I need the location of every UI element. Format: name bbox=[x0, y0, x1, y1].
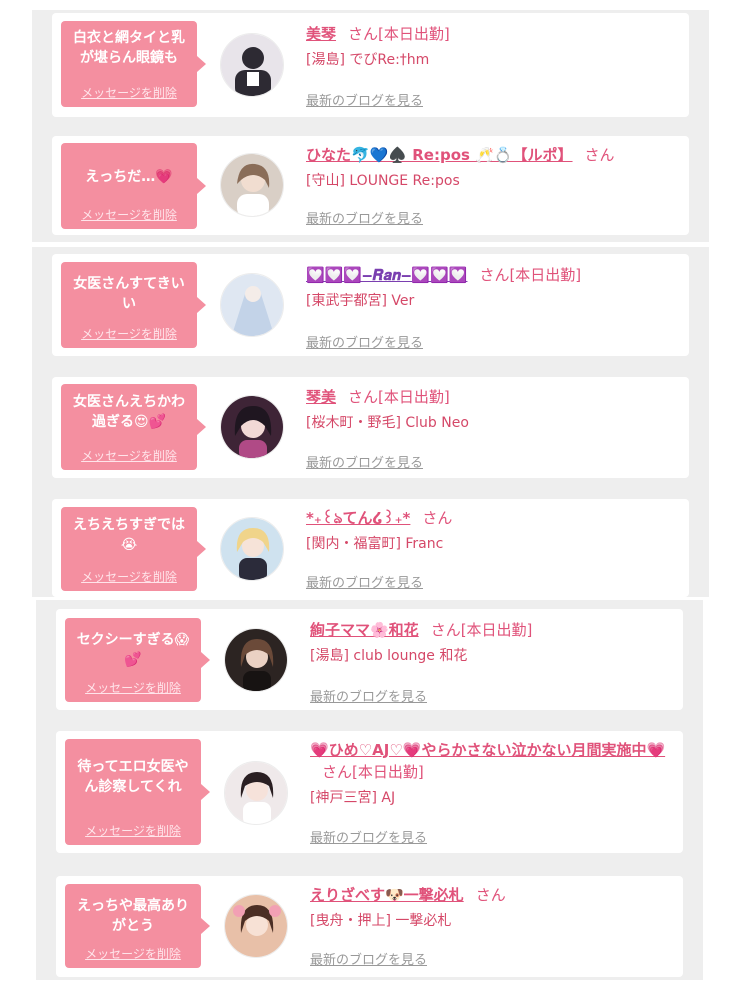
message-text: 女医さんえちかわ過ぎる😍💕 bbox=[73, 394, 185, 430]
favorites-panel-2: 女医さんすてきいい メッセージを削除 💟💟💟‒𝑹𝒂𝒏‒💟💟💟 さん[本日出勤] [… bbox=[32, 247, 709, 597]
message-bubble: セクシーすぎる😱💕 メッセージを削除 bbox=[65, 618, 210, 702]
delete-message-link[interactable]: メッセージを削除 bbox=[61, 447, 197, 464]
shop-label: [神戸三宮] AJ bbox=[310, 790, 396, 806]
message-text: えっちだ…💗 bbox=[85, 169, 173, 185]
list-item: えっちや最高ありがとう メッセージを削除 えりざべす🐶一撃必札 さん [曳舟・押上… bbox=[56, 876, 683, 977]
delete-message-link[interactable]: メッセージを削除 bbox=[61, 84, 197, 101]
message-bubble: えちえちすぎでは😭 メッセージを削除 bbox=[61, 507, 206, 591]
message-text: セクシーすぎる😱💕 bbox=[76, 632, 190, 668]
avatar[interactable] bbox=[220, 395, 284, 459]
latest-blog-link[interactable]: 最新のブログを見る bbox=[310, 827, 427, 846]
cast-info: えりざべす🐶一撃必札 さん [曳舟・押上] 一撃必札 bbox=[310, 884, 675, 931]
shop-label: [東武宇都宮] Ver bbox=[306, 293, 415, 309]
cast-status: さん[本日出勤] bbox=[322, 763, 424, 781]
latest-blog-link[interactable]: 最新のブログを見る bbox=[306, 452, 423, 471]
cast-info: 💟💟💟‒𝑹𝒂𝒏‒💟💟💟 さん[本日出勤] [東武宇都宮] Ver bbox=[306, 264, 681, 311]
cast-status: さん bbox=[475, 886, 506, 904]
avatar[interactable] bbox=[220, 153, 284, 217]
cast-name-link[interactable]: 💟💟💟‒𝑹𝒂𝒏‒💟💟💟 bbox=[306, 266, 467, 284]
cast-status: さん[本日出勤] bbox=[479, 266, 582, 284]
message-text: えちえちすぎでは😭 bbox=[73, 517, 185, 553]
cast-info: 💗ひめ♡AJ♡💗やらかさない泣かない月間実施中💗 さん[本日出勤] [神戸三宮] … bbox=[310, 739, 675, 808]
delete-message-link[interactable]: メッセージを削除 bbox=[61, 325, 197, 342]
shop-label: [守山] LOUNGE Re:pos bbox=[306, 173, 460, 189]
cast-info: ひなた🐬💙♠️ Re:pos 🥂💍【ルポ】 さん [守山] LOUNGE Re:p… bbox=[306, 144, 681, 191]
cast-status: さん bbox=[584, 146, 615, 164]
avatar[interactable] bbox=[220, 33, 284, 97]
delete-message-link[interactable]: メッセージを削除 bbox=[61, 206, 197, 223]
cast-name-link[interactable]: *₊꒰ঌてん໒꒱₊* bbox=[306, 509, 410, 527]
message-bubble: えっちだ…💗 メッセージを削除 bbox=[61, 143, 206, 229]
avatar[interactable] bbox=[224, 894, 288, 958]
avatar[interactable] bbox=[220, 273, 284, 337]
cast-status: さん[本日出勤] bbox=[430, 621, 533, 639]
list-item: 白衣と網タイと乳が堪らん眼鏡も メッセージを削除 美琴 さん[本日出勤] [湯島]… bbox=[52, 13, 689, 117]
message-bubble: 待ってエロ女医やん診察してくれ メッセージを削除 bbox=[65, 739, 210, 845]
cast-info: 美琴 さん[本日出勤] [湯島] でびRe:†hm bbox=[306, 23, 681, 70]
list-item: セクシーすぎる😱💕 メッセージを削除 絢子ママ🌸和花 さん[本日出勤] [湯島] … bbox=[56, 609, 683, 710]
message-text: 待ってエロ女医やん診察してくれ bbox=[77, 759, 189, 795]
list-item: 女医さんすてきいい メッセージを削除 💟💟💟‒𝑹𝒂𝒏‒💟💟💟 さん[本日出勤] [… bbox=[52, 254, 689, 356]
message-bubble: 女医さんすてきいい メッセージを削除 bbox=[61, 262, 206, 348]
list-item: 待ってエロ女医やん診察してくれ メッセージを削除 💗ひめ♡AJ♡💗やらかさない泣… bbox=[56, 731, 683, 853]
avatar[interactable] bbox=[220, 517, 284, 581]
shop-label: [桜木町・野毛] Club Neo bbox=[306, 415, 469, 431]
cast-info: *₊꒰ঌてん໒꒱₊* さん [関内・福富町] Franc bbox=[306, 507, 681, 554]
avatar[interactable] bbox=[224, 628, 288, 692]
latest-blog-link[interactable]: 最新のブログを見る bbox=[306, 572, 423, 591]
delete-message-link[interactable]: メッセージを削除 bbox=[65, 822, 201, 839]
list-item: えっちだ…💗 メッセージを削除 ひなた🐬💙♠️ Re:pos 🥂💍【ルポ】 さん … bbox=[52, 136, 689, 235]
cast-status: さん[本日出勤] bbox=[348, 388, 450, 406]
cast-info: 琴美 さん[本日出勤] [桜木町・野毛] Club Neo bbox=[306, 386, 681, 433]
list-item: 女医さんえちかわ過ぎる😍💕 メッセージを削除 琴美 さん[本日出勤] [桜木町・野… bbox=[52, 377, 689, 478]
message-bubble: 女医さんえちかわ過ぎる😍💕 メッセージを削除 bbox=[61, 384, 206, 470]
message-text: 白衣と網タイと乳が堪らん眼鏡も bbox=[73, 30, 185, 66]
cast-status: さん[本日出勤] bbox=[348, 25, 450, 43]
latest-blog-link[interactable]: 最新のブログを見る bbox=[310, 686, 427, 705]
cast-name-link[interactable]: 美琴 bbox=[306, 25, 336, 43]
cast-info: 絢子ママ🌸和花 さん[本日出勤] [湯島] club lounge 和花 bbox=[310, 619, 675, 666]
shop-label: [湯島] club lounge 和花 bbox=[310, 648, 468, 664]
delete-message-link[interactable]: メッセージを削除 bbox=[65, 945, 201, 962]
shop-label: [湯島] でびRe:†hm bbox=[306, 52, 430, 68]
cast-name-link[interactable]: えりざべす🐶一撃必札 bbox=[310, 886, 464, 904]
favorites-panel-3: セクシーすぎる😱💕 メッセージを削除 絢子ママ🌸和花 さん[本日出勤] [湯島] … bbox=[36, 600, 703, 980]
latest-blog-link[interactable]: 最新のブログを見る bbox=[310, 949, 427, 968]
latest-blog-link[interactable]: 最新のブログを見る bbox=[306, 90, 423, 109]
shop-label: [曳舟・押上] 一撃必札 bbox=[310, 913, 452, 929]
cast-name-link[interactable]: 絢子ママ🌸和花 bbox=[310, 621, 419, 639]
shop-label: [関内・福富町] Franc bbox=[306, 536, 444, 552]
cast-status: さん bbox=[422, 509, 453, 527]
message-bubble: えっちや最高ありがとう メッセージを削除 bbox=[65, 884, 210, 968]
message-text: 女医さんすてきいい bbox=[73, 276, 185, 312]
cast-name-link[interactable]: ひなた🐬💙♠️ Re:pos 🥂💍【ルポ】 bbox=[306, 146, 573, 164]
delete-message-link[interactable]: メッセージを削除 bbox=[61, 568, 197, 585]
latest-blog-link[interactable]: 最新のブログを見る bbox=[306, 332, 423, 351]
delete-message-link[interactable]: メッセージを削除 bbox=[65, 679, 201, 696]
message-text: えっちや最高ありがとう bbox=[77, 898, 189, 934]
cast-name-link[interactable]: 💗ひめ♡AJ♡💗やらかさない泣かない月間実施中💗 bbox=[310, 741, 665, 759]
latest-blog-link[interactable]: 最新のブログを見る bbox=[306, 208, 423, 227]
message-bubble: 白衣と網タイと乳が堪らん眼鏡も メッセージを削除 bbox=[61, 21, 206, 107]
list-item: えちえちすぎでは😭 メッセージを削除 *₊꒰ঌてん໒꒱₊* さん [関内・福富町]… bbox=[52, 499, 689, 597]
favorites-panel-1: 白衣と網タイと乳が堪らん眼鏡も メッセージを削除 美琴 さん[本日出勤] [湯島]… bbox=[32, 10, 709, 242]
cast-name-link[interactable]: 琴美 bbox=[306, 388, 336, 406]
avatar[interactable] bbox=[224, 761, 288, 825]
